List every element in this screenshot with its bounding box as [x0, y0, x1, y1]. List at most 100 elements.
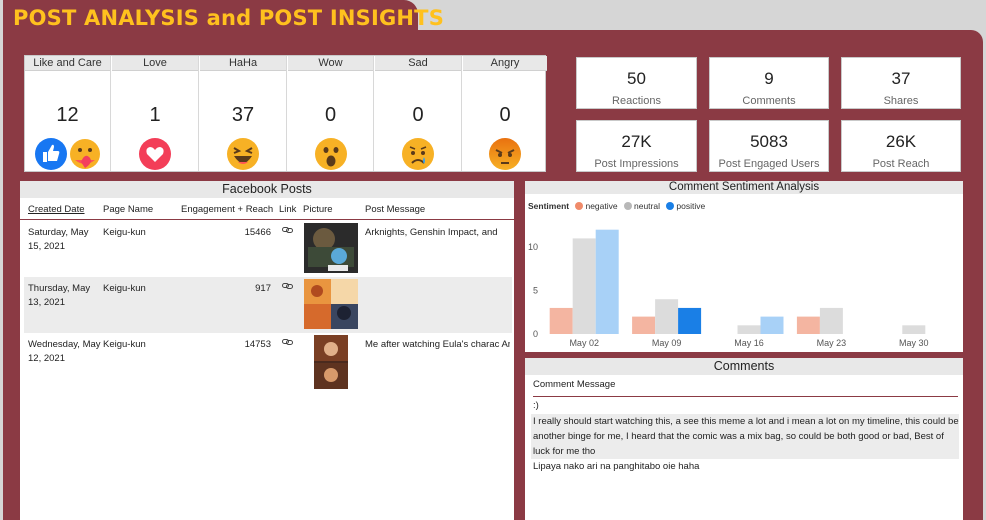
reaction-label: Like and Care — [25, 56, 110, 71]
cell-engagement: 15466 — [244, 227, 271, 238]
link-icon[interactable] — [282, 282, 293, 290]
comments-title: Comments — [525, 358, 963, 375]
kpi-label: Post Impressions — [594, 158, 679, 170]
comment-row[interactable]: I really should start watching this, a s… — [531, 414, 959, 459]
comments-header-row: Comment Message — [533, 379, 958, 397]
posts-title: Facebook Posts — [20, 181, 514, 198]
cell-engagement: 14753 — [244, 339, 271, 350]
reaction-label: Sad — [375, 56, 461, 71]
reaction-love[interactable]: Love 1 — [112, 56, 199, 171]
reaction-value: 12 — [56, 104, 79, 126]
x-tick-label: May 09 — [652, 338, 682, 348]
like-icon — [34, 138, 67, 170]
cell-created-date: Saturday, May 15, 2021 — [28, 227, 89, 252]
x-tick-label: May 16 — [734, 338, 764, 348]
column-picture[interactable]: Picture — [303, 204, 333, 215]
bar-negative[interactable] — [632, 316, 656, 334]
bar-neutral[interactable] — [902, 325, 926, 334]
reaction-label: Angry — [463, 56, 547, 71]
comment-row[interactable]: Lipaya nako ari na panghitabo oie haha — [531, 459, 959, 474]
kpi-value: 26K — [885, 132, 917, 151]
cell-post-message: Me after watching Eula's charac Arknight… — [365, 339, 510, 350]
kpi-label: Post Engaged Users — [718, 158, 820, 170]
chart-canvas: 0 5 10 May 02 May 09 May 16 May 23 May 30 — [528, 229, 929, 348]
reaction-label: HaHa — [200, 56, 286, 71]
love-icon — [139, 138, 171, 170]
reaction-value: 0 — [499, 104, 511, 126]
care-icon — [69, 139, 100, 169]
kpi-post-reach: 26K Post Reach — [841, 120, 961, 172]
kpi-value: 37 — [891, 69, 911, 88]
link-icon[interactable] — [282, 338, 293, 346]
x-tick-label: May 30 — [899, 338, 929, 348]
column-post-message[interactable]: Post Message — [365, 204, 425, 215]
wow-icon — [314, 138, 347, 170]
reaction-value: 1 — [149, 104, 161, 126]
reaction-value: 0 — [324, 104, 337, 126]
reaction-value: 0 — [412, 104, 424, 126]
haha-icon — [227, 138, 259, 170]
reaction-label: Wow — [288, 56, 373, 71]
post-thumbnail[interactable] — [314, 335, 348, 389]
table-row[interactable]: Thursday, May 13, 2021 Keigu-kun 917 — [24, 277, 512, 333]
bar-neutral[interactable] — [655, 299, 679, 334]
kpi-label: Post Reach — [872, 158, 930, 170]
post-thumbnail[interactable] — [304, 223, 358, 273]
facebook-posts-table: Facebook Posts Created Date Page Name En… — [20, 181, 514, 520]
column-created-date[interactable]: Created Date — [28, 204, 85, 215]
column-comment-message[interactable]: Comment Message — [533, 379, 615, 390]
kpi-label: Shares — [883, 95, 919, 107]
bar-neutral[interactable] — [737, 325, 761, 334]
bar-positive[interactable] — [678, 307, 702, 334]
sentiment-chart: Comment Sentiment Analysis Sentiment neg… — [525, 181, 963, 352]
reaction-like-care[interactable]: Like and Care 12 — [25, 56, 111, 171]
comment-row[interactable]: :) — [531, 398, 959, 413]
cell-page-name: Keigu-kun — [103, 339, 146, 350]
kpi-reactions: 50 Reactions — [576, 57, 697, 109]
reaction-wow[interactable]: Wow 0 — [288, 56, 374, 171]
posts-header-row: Created Date Page Name Engagement + Reac… — [20, 203, 514, 220]
bar-neutral[interactable] — [819, 307, 843, 334]
table-row[interactable]: Wednesday, May 12, 2021 Keigu-kun 14753 … — [24, 333, 512, 389]
reaction-angry[interactable]: Angry 0 — [463, 56, 547, 171]
cell-page-name: Keigu-kun — [103, 283, 146, 294]
kpi-label: Reactions — [612, 95, 661, 107]
link-icon[interactable] — [282, 226, 293, 234]
post-thumbnail[interactable] — [304, 279, 358, 329]
x-tick-label: May 23 — [817, 338, 847, 348]
kpi-post-impressions: 27K Post Impressions — [576, 120, 697, 172]
cell-page-name: Keigu-kun — [103, 227, 146, 238]
kpi-value: 27K — [621, 132, 652, 151]
kpi-shares: 37 Shares — [841, 57, 961, 109]
bar-neutral[interactable] — [572, 238, 596, 334]
bar-positive[interactable] — [595, 229, 619, 334]
reaction-value: 37 — [231, 104, 255, 126]
cell-created-date: Thursday, May 13, 2021 — [28, 283, 91, 308]
column-link[interactable]: Link — [279, 204, 296, 215]
angry-icon — [489, 138, 521, 170]
table-row[interactable]: Saturday, May 15, 2021 Keigu-kun 15466 A… — [24, 221, 512, 277]
reaction-label: Love — [112, 56, 198, 71]
reactions-card: Like and Care 12 Love 1 HaHa 37 Wow 0 Sa… — [24, 55, 547, 172]
sad-icon — [402, 138, 434, 170]
y-tick-label: 0 — [533, 329, 538, 339]
x-tick-label: May 02 — [569, 338, 599, 348]
bar-positive[interactable] — [760, 316, 784, 334]
reaction-haha[interactable]: HaHa 37 — [200, 56, 287, 171]
kpi-value: 50 — [627, 69, 646, 88]
bar-negative[interactable] — [549, 307, 573, 334]
column-page-name[interactable]: Page Name — [103, 204, 153, 215]
cell-created-date: Wednesday, May 12, 2021 — [28, 339, 101, 364]
kpi-post-engaged-users: 5083 Post Engaged Users — [709, 120, 829, 172]
page-title: POST ANALYSIS and POST INSIGHTS — [13, 6, 445, 30]
kpi-label: Comments — [742, 95, 796, 107]
reaction-sad[interactable]: Sad 0 — [375, 56, 462, 171]
kpi-comments: 9 Comments — [709, 57, 829, 109]
bar-negative[interactable] — [796, 316, 820, 334]
y-tick-label: 5 — [533, 286, 538, 296]
kpi-value: 5083 — [750, 132, 788, 151]
comments-table: Comments Comment Message :) I really sho… — [525, 358, 963, 520]
kpi-value: 9 — [764, 69, 774, 88]
column-engagement-reach[interactable]: Engagement + Reach — [181, 204, 273, 215]
y-tick-label: 10 — [528, 242, 538, 252]
